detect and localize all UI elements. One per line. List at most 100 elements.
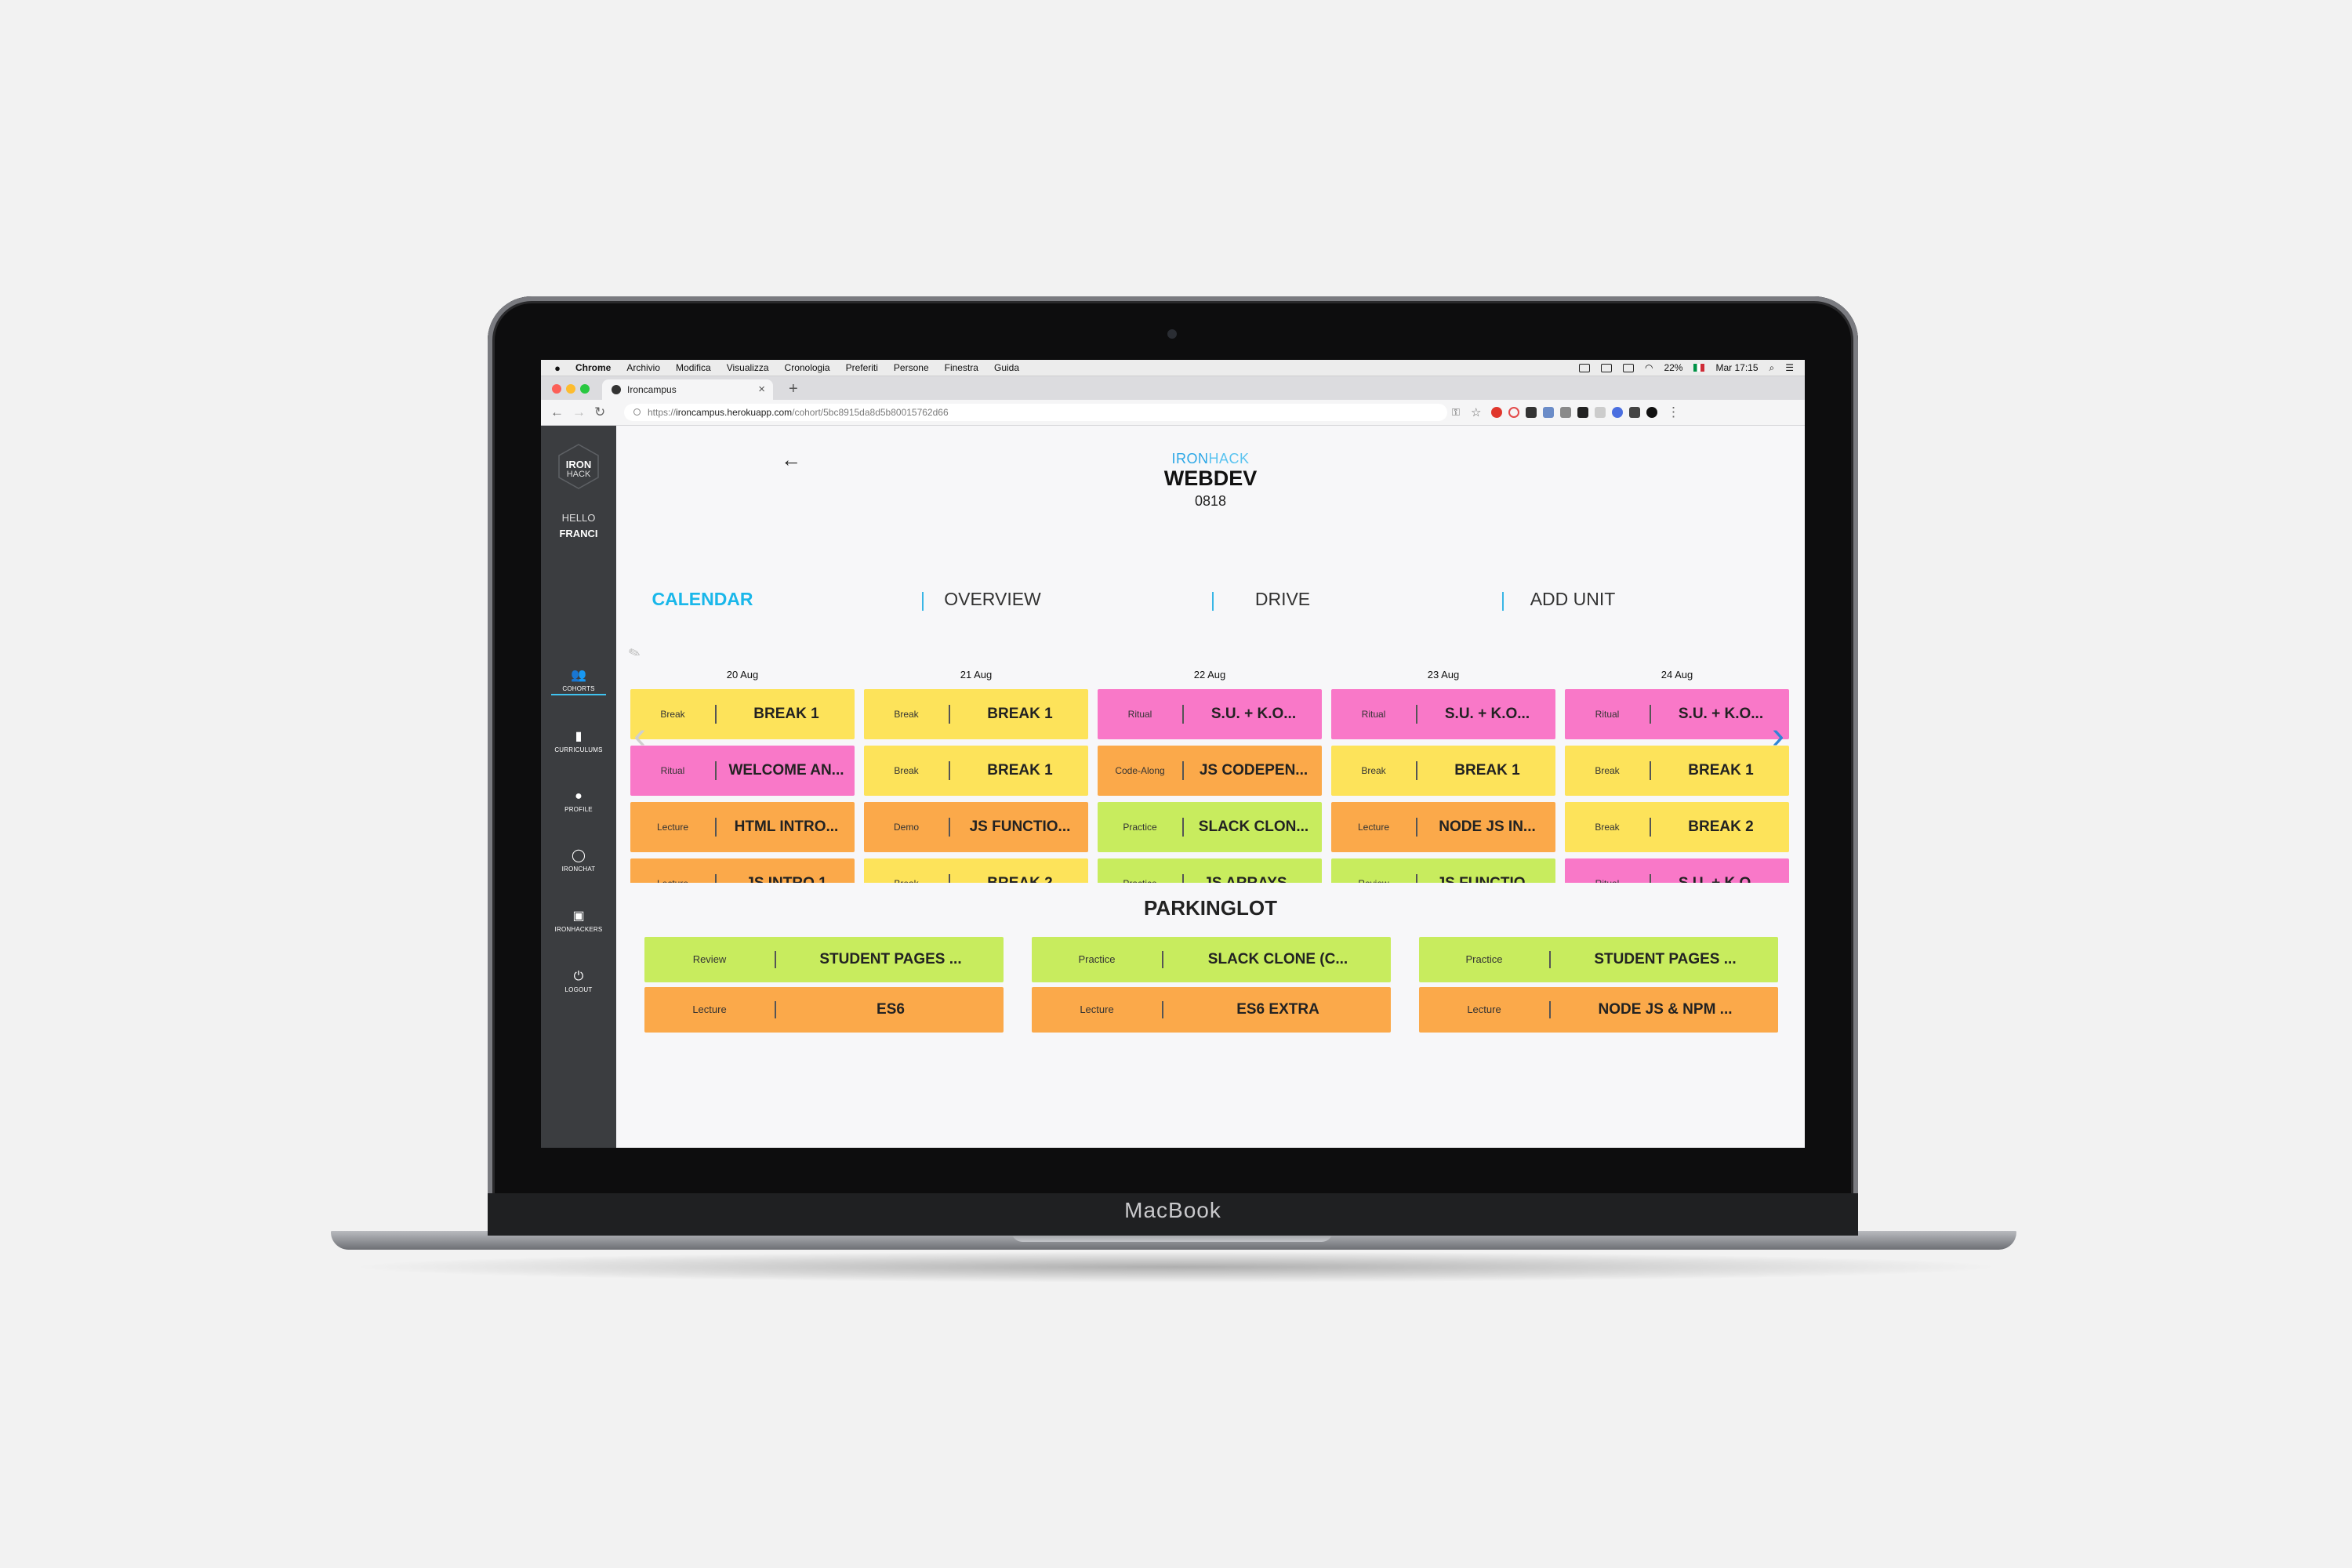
tab-calendar[interactable]: CALENDAR (624, 589, 781, 610)
chevron-right-icon[interactable]: › (1772, 717, 1784, 755)
back-icon[interactable]: ← (550, 405, 564, 420)
unit-card[interactable]: RitualS.U. + K.O... (1565, 858, 1789, 883)
extension-icon[interactable] (1543, 407, 1554, 418)
unit-card[interactable]: Lecture HTML INTRO... (630, 802, 855, 852)
day-header: 20 Aug (726, 669, 759, 681)
chrome-menu-icon[interactable]: ⋮ (1667, 405, 1680, 420)
chevron-left-icon[interactable]: ‹ (633, 717, 646, 755)
heart-extension-icon[interactable] (1508, 407, 1519, 418)
sidebar-item-ironhackers[interactable]: ▣ IRONHACKERS (541, 909, 616, 941)
unit-card[interactable]: RitualS.U. + K.O... (1565, 689, 1789, 739)
unit-card[interactable]: Break BREAK 1 (864, 746, 1088, 796)
extension-icon[interactable] (1595, 407, 1606, 418)
info-icon[interactable] (633, 408, 641, 416)
pocket-extension-icon[interactable] (1526, 407, 1537, 418)
unit-card[interactable]: PracticeJS ARRAYS ... (1098, 858, 1322, 883)
unit-card[interactable]: Code-Along JS CODEPEN... (1098, 746, 1322, 796)
browser-tab[interactable]: Ironcampus × (602, 379, 773, 400)
parkinglot-card[interactable]: Lecture ES6 EXTRA (1032, 987, 1391, 1033)
menu-finestra[interactable]: Finestra (945, 362, 978, 373)
airplay-icon[interactable] (1622, 363, 1634, 372)
extension-icon[interactable] (1612, 407, 1623, 418)
list-icon[interactable]: ☰ (1785, 362, 1794, 373)
apple-menu-icon[interactable]: ● (552, 362, 563, 374)
edit-pencil-icon[interactable]: ✎ (626, 644, 643, 663)
url-text[interactable]: https://ironcampus.herokuapp.com/cohort/… (648, 404, 949, 421)
unit-type: Code-Along (1115, 765, 1165, 776)
reload-icon[interactable]: ↻ (594, 405, 605, 420)
unit-card[interactable]: Demo JS FUNCTIO... (864, 802, 1088, 852)
extension-icon[interactable] (1560, 407, 1571, 418)
unit-name: JS ARRAYS ... (1185, 858, 1322, 883)
menu-visualizza[interactable]: Visualizza (727, 362, 769, 373)
unit-card[interactable]: BreakBREAK 2 (1565, 802, 1789, 852)
tab-add-unit[interactable]: ADD UNIT (1494, 589, 1651, 610)
search-icon[interactable]: ⌕ (1769, 362, 1775, 374)
tab-title: Ironcampus (627, 384, 677, 395)
flag-icon[interactable] (1693, 364, 1705, 372)
sidebar: IRON HACK HELLO FRANCI 👥 COHORTS ▮ CURRI… (541, 426, 616, 1148)
unit-card[interactable]: Ritual WELCOME AN... (630, 746, 855, 796)
close-window-button[interactable] (552, 384, 561, 394)
unit-divider (1650, 705, 1651, 724)
forward-icon[interactable]: → (572, 405, 586, 420)
sidebar-item-label: PROFILE (564, 806, 593, 813)
clock[interactable]: Mar 17:15 (1715, 362, 1758, 373)
menu-guida[interactable]: Guida (994, 362, 1019, 373)
key-icon[interactable]: ⚿ (1452, 406, 1460, 419)
unit-card[interactable]: Break BREAK 1 (1331, 746, 1555, 796)
minimize-window-button[interactable] (566, 384, 575, 394)
menu-persone[interactable]: Persone (894, 362, 929, 373)
unit-card[interactable]: ReviewJS FUNCTIO... (1331, 858, 1555, 883)
menu-archivio[interactable]: Archivio (626, 362, 660, 373)
unit-card[interactable]: RitualS.U. + K.O... (1098, 689, 1322, 739)
day-header: 22 Aug (1193, 669, 1226, 681)
unit-type: Review (1331, 858, 1416, 883)
display-icon[interactable] (1600, 363, 1612, 372)
battery-level[interactable]: 22% (1664, 362, 1682, 373)
unit-name: HTML INTRO... (734, 818, 839, 835)
new-tab-button[interactable]: + (789, 380, 798, 398)
unit-divider (1416, 705, 1417, 724)
menu-preferiti[interactable]: Preferiti (846, 362, 878, 373)
maximize-window-button[interactable] (580, 384, 590, 394)
bookmark-star-icon[interactable]: ☆ (1471, 405, 1481, 419)
extension-icon[interactable] (1629, 407, 1640, 418)
unit-card[interactable]: Break BREAK 1 (864, 689, 1088, 739)
tab-overview[interactable]: OVERVIEW (914, 589, 1071, 610)
parkinglot-column: Practice STUDENT PAGES ... Lecture NODE JS … (1419, 937, 1778, 1037)
tab-drive[interactable]: DRIVE (1204, 589, 1361, 610)
unit-card[interactable]: Break BREAK 1 (1565, 746, 1789, 796)
parkinglot-card[interactable]: Practice STUDENT PAGES ... (1419, 937, 1778, 982)
menu-chrome[interactable]: Chrome (575, 362, 611, 373)
sidebar-item-cohorts[interactable]: 👥 COHORTS (541, 669, 616, 700)
window-icon[interactable] (1578, 363, 1590, 372)
menu-modifica[interactable]: Modifica (676, 362, 711, 373)
parkinglot-card[interactable]: Review STUDENT PAGES ... (644, 937, 1004, 982)
profile-avatar-icon[interactable] (1646, 407, 1657, 418)
address-bar[interactable]: https://ironcampus.herokuapp.com/cohort/… (624, 404, 1447, 421)
sidebar-item-curriculums[interactable]: ▮ CURRICULUMS (541, 730, 616, 761)
adblock-extension-icon[interactable] (1491, 407, 1502, 418)
unit-card[interactable]: Practice SLACK CLON... (1098, 802, 1322, 852)
parkinglot-card[interactable]: Practice SLACK CLONE (C... (1032, 937, 1391, 982)
wifi-icon[interactable]: ◠ (1645, 362, 1653, 373)
close-tab-icon[interactable]: × (758, 383, 765, 396)
menu-cronologia[interactable]: Cronologia (785, 362, 830, 373)
extension-icon[interactable] (1577, 407, 1588, 418)
unit-name: S.U. + K.O... (1653, 858, 1789, 883)
unit-name: STUDENT PAGES ... (1594, 951, 1737, 967)
parkinglot-card[interactable]: Lecture ES6 (644, 987, 1004, 1033)
sidebar-item-logout[interactable]: ⏻ LOGOUT (541, 970, 616, 1001)
unit-card[interactable]: Lecture NODE JS IN... (1331, 802, 1555, 852)
unit-type: Lecture (656, 822, 689, 833)
ironhack-logo[interactable]: IRON HACK (555, 443, 602, 490)
unit-card[interactable]: Break BREAK 1 (630, 689, 855, 739)
day-header: 24 Aug (1661, 669, 1693, 681)
sidebar-item-ironchat[interactable]: ◯ IRONCHAT (541, 849, 616, 880)
unit-card[interactable]: RitualS.U. + K.O... (1331, 689, 1555, 739)
unit-card[interactable]: BreakBREAK 2 (864, 858, 1088, 883)
parkinglot-card[interactable]: Lecture NODE JS & NPM ... (1419, 987, 1778, 1033)
unit-card[interactable]: LectureJS INTRO 1 (630, 858, 855, 883)
sidebar-item-profile[interactable]: ● PROFILE (541, 789, 616, 821)
